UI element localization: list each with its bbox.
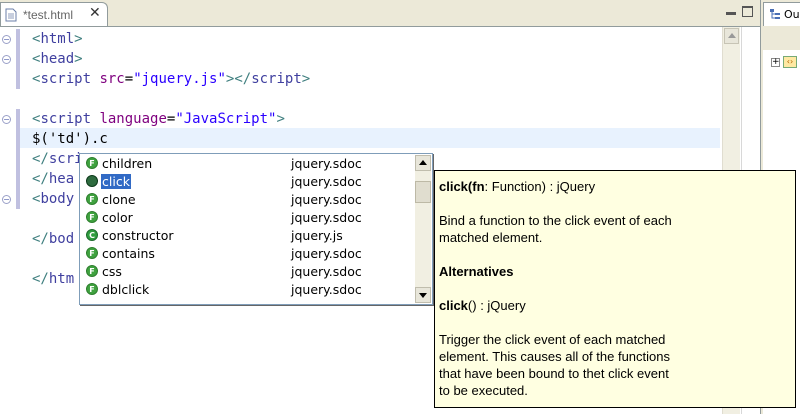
doc-alternative-description-line: that have been bound to thet click event [439, 366, 669, 381]
function-icon: F [86, 247, 98, 259]
code-token: > [74, 51, 83, 67]
completion-source: jquery.sdoc [291, 282, 362, 297]
code-token: </ [32, 151, 49, 167]
doc-alternative-description-line: Trigger the click event of each matched [439, 332, 666, 347]
completion-source: jquery.sdoc [291, 192, 362, 207]
completion-item[interactable]: click jquery.sdoc [81, 173, 415, 191]
code-token: > [301, 71, 311, 87]
doc-alternative-description-line: element. This causes all of the function… [439, 349, 670, 364]
doc-signature: click(fn: Function) : jQuery [439, 179, 596, 194]
completion-name: color [102, 210, 133, 225]
code-token: html [40, 31, 75, 47]
code-token: ></ [225, 71, 252, 87]
fold-toggle-icon[interactable]: − [2, 195, 11, 204]
completion-item[interactable]: Fcss jquery.sdoc [81, 263, 415, 281]
scroll-down-icon[interactable] [415, 287, 431, 303]
completion-source: jquery.sdoc [291, 210, 362, 225]
code-token: bod [48, 231, 75, 247]
completion-source: jquery.js [291, 228, 343, 243]
function-icon: F [86, 157, 98, 169]
code-line[interactable]: <head> [32, 49, 310, 69]
scroll-up-icon[interactable] [415, 155, 431, 171]
editor-gutter [0, 27, 16, 414]
doc-alternative-signature: click() : jQuery [439, 298, 526, 313]
completion-item[interactable]: Fclone jquery.sdoc [81, 191, 415, 209]
completion-item[interactable]: Fcolor jquery.sdoc [81, 209, 415, 227]
completion-name: click [101, 174, 131, 189]
completion-list[interactable]: Fchildren jquery.sdoc click jquery.sdoc Fclo… [81, 155, 415, 299]
html-file-icon [5, 8, 17, 22]
completion-source: jquery.sdoc [291, 174, 362, 189]
code-token: "JavaScript" [175, 111, 277, 127]
fold-toggle-icon[interactable]: − [2, 55, 11, 64]
constructor-icon: C [86, 229, 98, 241]
completion-name: contains [102, 246, 155, 261]
doc-alternative-description-line: to be executed. [439, 383, 528, 398]
completion-item[interactable]: Fcontains jquery.sdoc [81, 245, 415, 263]
completion-source: jquery.sdoc [291, 246, 362, 261]
code-token: </ [32, 231, 49, 247]
completion-source: jquery.sdoc [291, 156, 362, 171]
code-line[interactable]: <html> [32, 29, 310, 49]
code-line[interactable]: ​ [32, 89, 310, 109]
editor-tab-bar: *test.html ✕ [0, 0, 760, 27]
code-token: language [99, 111, 167, 127]
tab-outline[interactable]: Ou [763, 2, 800, 26]
minimize-icon[interactable] [726, 12, 736, 15]
code-token: src [99, 71, 125, 87]
tab-title: *test.html [23, 8, 74, 22]
function-icon: F [86, 265, 98, 277]
code-line[interactable]: <script src="jquery.js"></script> [32, 69, 310, 89]
doc-description-line: matched element. [439, 230, 543, 245]
function-icon: F [86, 283, 98, 295]
code-token: scri [48, 151, 83, 167]
change-marker [16, 109, 20, 209]
close-icon[interactable]: ✕ [89, 6, 101, 20]
completion-name: css [102, 264, 122, 279]
fold-toggle-icon[interactable]: − [2, 35, 11, 44]
scroll-up-icon[interactable] [724, 28, 739, 44]
completion-item[interactable]: Fchildren jquery.sdoc [81, 155, 415, 173]
code-token: </ [32, 171, 49, 187]
fold-toggle-icon[interactable]: − [2, 115, 11, 124]
completion-name: constructor [102, 228, 174, 243]
code-token: script [251, 71, 302, 87]
html-node-icon[interactable]: ‹› [783, 56, 797, 68]
code-token: "jquery.js" [133, 71, 226, 87]
completion-name: children [102, 156, 153, 171]
maximize-icon[interactable] [742, 6, 753, 17]
code-token: hea [48, 171, 75, 187]
outline-tab-label: Ou [784, 8, 800, 21]
code-token: body [40, 191, 75, 207]
expand-icon[interactable]: + [771, 58, 780, 67]
function-icon [86, 175, 98, 187]
code-token: htm [48, 271, 75, 287]
completion-item[interactable]: Fdblclick jquery.sdoc [81, 281, 415, 299]
code-token: > [74, 31, 83, 47]
scroll-thumb[interactable] [415, 181, 431, 203]
completion-scrollbar[interactable] [415, 155, 431, 303]
function-icon: F [86, 193, 98, 205]
tab-test-html[interactable]: *test.html ✕ [0, 2, 108, 26]
completion-name: clone [102, 192, 136, 207]
code-token: script [40, 111, 92, 127]
code-token: </ [32, 271, 49, 287]
change-marker [16, 29, 20, 89]
completion-item[interactable]: Cconstructor jquery.js [81, 227, 415, 245]
code-token: script [40, 71, 92, 87]
content-assist-popup[interactable]: Fchildren jquery.sdoc click jquery.sdoc Fclo… [79, 153, 433, 305]
function-icon: F [86, 211, 98, 223]
code-line[interactable]: $('td').c [32, 129, 310, 149]
code-token: = [124, 71, 134, 87]
code-token: $('td').c [32, 131, 108, 147]
outline-icon [770, 9, 780, 19]
code-token: head [40, 51, 75, 67]
code-token: > [276, 111, 285, 127]
completion-name: dblclick [102, 282, 150, 297]
doc-alternatives-heading: Alternatives [439, 264, 514, 279]
code-line[interactable]: <script language="JavaScript"> [32, 109, 310, 129]
doc-description-line: Bind a function to the click event of ea… [439, 213, 672, 228]
documentation-popup: click(fn: Function) : jQuery Bind a func… [434, 170, 796, 408]
completion-source: jquery.sdoc [291, 264, 362, 279]
